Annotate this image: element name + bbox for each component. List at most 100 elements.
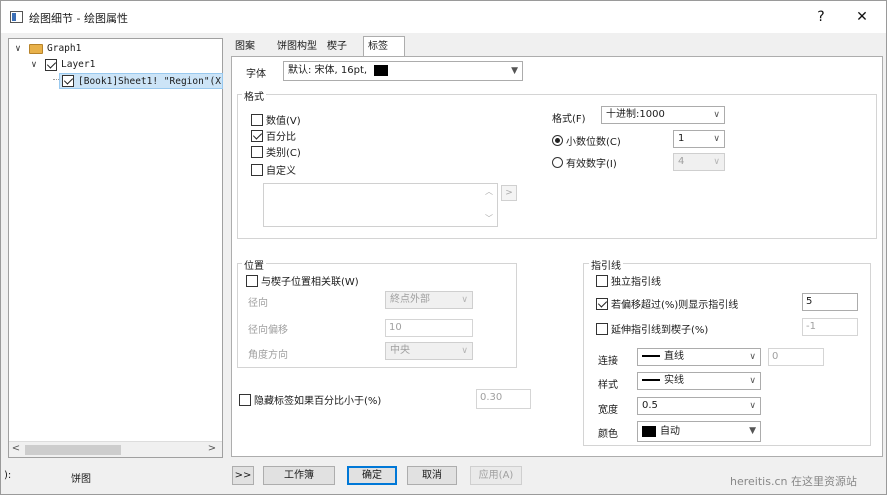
style-label: 样式 [598,380,618,391]
hide-option[interactable]: 隐藏标签如果百分比小于(%) [239,392,381,407]
custom-checkbox[interactable] [251,163,263,176]
sigdigits-select[interactable]: 4 ∨ [673,153,725,171]
show-leader-checkbox[interactable] [596,297,608,310]
window-title: 绘图细节 - 绘图属性 [29,12,128,25]
custom-format-textarea[interactable]: ︿ ﹀ [263,183,498,227]
indep-leader-checkbox[interactable] [596,274,608,287]
chevron-down-icon: ∨ [461,346,468,356]
tab-wedge[interactable]: 楔子 [323,38,351,56]
tree-item-sheet[interactable]: [Book1]Sheet1! "Region"(X [59,73,223,89]
offset-input[interactable]: 10 [385,319,473,337]
category-checkbox[interactable] [251,145,263,158]
style-select[interactable]: 实线 ∨ [637,372,761,390]
chevron-down-icon[interactable]: ∨ [29,57,39,73]
scroll-left-icon[interactable]: < [9,443,23,454]
hide-checkbox[interactable] [239,393,251,406]
radial-select[interactable]: 終点外部 ∨ [385,291,473,309]
ok-button[interactable]: 确定 [347,466,397,485]
decimal-select[interactable]: 1 ∨ [673,130,725,148]
font-color-swatch [374,64,389,76]
format-type-select[interactable]: 十进制:1000 ∨ [601,106,725,124]
apply-button[interactable]: 应用(A) [470,466,522,485]
extend-leader-input[interactable]: -1 [802,318,858,336]
radio-decimal[interactable]: 小数位数(C) [552,133,621,148]
folder-icon [29,44,43,54]
format-type-value: 十进制:1000 [606,109,665,120]
decimal-radio[interactable] [552,135,563,146]
scroll-right-icon[interactable]: > [205,443,219,454]
format-type-label: 格式(F) [552,114,586,125]
plot-tree: ∨ Graph1 ∨ Layer1 [Book1]Sheet1! "Region… [8,38,223,458]
font-select[interactable]: 默认: 宋体, 16pt, ▼ [283,61,523,81]
value-checkbox[interactable] [251,113,263,126]
tree-label-graph: Graph1 [47,43,82,54]
width-value: 0.5 [642,400,658,411]
width-label: 宽度 [598,405,618,416]
expand-button[interactable]: >> [232,466,254,485]
scroll-thumb[interactable] [25,445,121,455]
angle-value: 中央 [390,345,410,356]
option-value[interactable]: 数值(V) [251,112,301,127]
extend-leader-checkbox[interactable] [596,322,608,335]
dropdown-arrow-icon: ▼ [511,66,518,76]
tree-label-layer: Layer1 [61,59,96,70]
expand-format-button[interactable]: > [501,185,517,201]
help-button[interactable]: ? [798,1,844,33]
tree-label-sheet: [Book1]Sheet1! "Region"(X [78,76,221,87]
percent-checkbox[interactable] [251,129,263,142]
chevron-down-icon: ∨ [749,401,756,411]
connect-value: 直线 [664,351,684,362]
width-select[interactable]: 0.5 ∨ [637,397,761,415]
workbook-button[interactable]: 工作簿 [263,466,335,485]
angle-select[interactable]: 中央 ∨ [385,342,473,360]
show-leader-input[interactable]: 5 [802,293,858,311]
line-preview-icon [642,355,660,357]
connect-extra-input[interactable]: 0 [768,348,824,366]
dialog-window: 绘图细节 - 绘图属性 ? ✕ ∨ Graph1 ∨ Layer1 [Book1… [0,0,887,495]
tab-pattern[interactable]: 图案 [231,38,259,56]
chevron-down-icon: ∨ [749,352,756,362]
position-group-title: 位置 [242,257,266,272]
cancel-button[interactable]: 取消 [407,466,457,485]
assoc-checkbox[interactable] [246,274,258,287]
assoc-option[interactable]: 与楔子位置相关联(W) [246,273,359,288]
radial-label: 径向 [248,298,268,309]
sheet-checkbox[interactable] [62,75,74,87]
font-label: 字体 [246,69,266,80]
tree-connector [53,79,59,80]
option-custom[interactable]: 自定义 [251,162,296,177]
show-leader-option[interactable]: 若偏移超过(%)则显示指引线 [596,296,738,311]
style-value: 实线 [664,375,684,386]
color-select[interactable]: 自动 ▼ [637,421,761,442]
format-group-title: 格式 [242,88,266,103]
angle-label: 角度方向 [248,350,288,361]
option-percent[interactable]: 百分比 [251,128,296,143]
option-category[interactable]: 类别(C) [251,144,301,159]
tab-labels[interactable]: 标签 [363,36,405,57]
tab-pie-geometry[interactable]: 饼图构型 [273,38,321,56]
font-value: 默认: 宋体, 16pt, [288,65,368,76]
connect-select[interactable]: 直线 ∨ [637,348,761,366]
title-bar: 绘图细节 - 绘图属性 ? ✕ [1,1,886,33]
decimal-value: 1 [678,133,685,144]
leader-group-title: 指引线 [589,257,623,272]
chevron-down-icon: ∨ [713,157,720,167]
close-button[interactable]: ✕ [839,1,885,33]
radio-sigdigits[interactable]: 有效数字(I) [552,155,617,170]
chevron-down-icon: ∨ [749,376,756,386]
scroll-down-icon[interactable]: ﹀ [485,213,493,224]
layer-checkbox[interactable] [45,59,57,71]
chevron-down-icon: ∨ [713,134,720,144]
color-value: 自动 [660,426,680,437]
indep-leader-option[interactable]: 独立指引线 [596,273,661,288]
sigdigits-radio[interactable] [552,157,563,168]
color-swatch [642,425,656,437]
bottom-left-label: ): [4,470,12,481]
extend-leader-option[interactable]: 延伸指引线到楔子(%) [596,321,708,336]
radial-value: 終点外部 [390,294,430,305]
tree-horizontal-scrollbar[interactable]: < > [9,441,222,457]
chevron-down-icon[interactable]: ∨ [13,41,23,57]
hide-threshold-input[interactable]: 0.30 [476,389,531,409]
scroll-up-icon[interactable]: ︿ [485,186,493,197]
offset-label: 径向偏移 [248,325,288,336]
